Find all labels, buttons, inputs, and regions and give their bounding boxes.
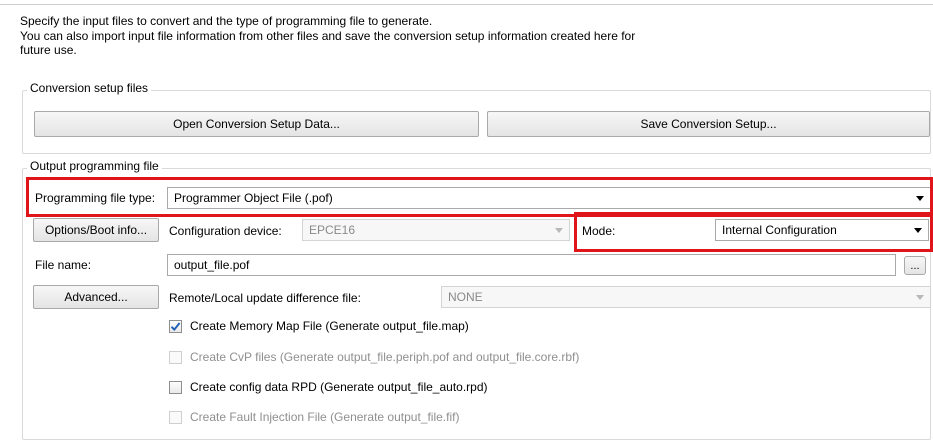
- intro-text: Specify the input files to convert and t…: [20, 14, 780, 58]
- output-file-title: Output programming file: [27, 159, 162, 173]
- intro-line-1: Specify the input files to convert and t…: [20, 14, 433, 28]
- create-cvp-files-checkbox: [169, 350, 182, 364]
- create-config-rpd-label: Create config data RPD (Generate output_…: [190, 380, 488, 394]
- remote-local-update-value: NONE: [448, 290, 483, 304]
- create-config-rpd-checkbox[interactable]: [169, 380, 182, 394]
- remote-local-update-label: Remote/Local update difference file:: [169, 291, 361, 305]
- checkbox-row: Create Fault Injection File (Generate ou…: [169, 410, 459, 424]
- file-name-label: File name:: [35, 258, 92, 272]
- checkbox-row: Create CvP files (Generate output_file.p…: [169, 350, 579, 364]
- create-fault-injection-label: Create Fault Injection File (Generate ou…: [190, 410, 460, 424]
- conversion-setup-title: Conversion setup files: [27, 81, 152, 95]
- create-memory-map-checkbox[interactable]: [169, 319, 182, 333]
- open-conversion-setup-button[interactable]: Open Conversion Setup Data...: [34, 111, 479, 137]
- highlight-file-type: [26, 177, 933, 217]
- configuration-device-value: EPCE16: [309, 223, 356, 237]
- checkbox-row[interactable]: Create config data RPD (Generate output_…: [169, 380, 488, 394]
- save-conversion-setup-button[interactable]: Save Conversion Setup...: [487, 111, 930, 137]
- file-name-value: output_file.pof: [174, 258, 250, 272]
- configuration-device-label: Configuration device:: [169, 224, 282, 238]
- checkbox-row[interactable]: Create Memory Map File (Generate output_…: [169, 319, 469, 333]
- create-fault-injection-checkbox: [169, 410, 182, 424]
- highlight-mode: [574, 212, 933, 252]
- chevron-down-icon: [916, 295, 924, 300]
- options-boot-info-button[interactable]: Options/Boot info...: [33, 218, 159, 242]
- check-mark-icon: [170, 321, 181, 331]
- configuration-device-select: EPCE16: [302, 219, 570, 241]
- remote-local-update-select: NONE: [441, 286, 931, 308]
- intro-line-2: You can also import input file informati…: [20, 28, 636, 43]
- create-memory-map-label: Create Memory Map File (Generate output_…: [190, 319, 469, 333]
- create-cvp-files-label: Create CvP files (Generate output_file.p…: [190, 350, 580, 364]
- top-divider: [0, 4, 933, 5]
- advanced-button[interactable]: Advanced...: [33, 285, 159, 309]
- intro-line-3: future use.: [20, 43, 77, 57]
- file-name-input[interactable]: output_file.pof: [167, 254, 896, 276]
- browse-button[interactable]: ...: [904, 256, 926, 275]
- chevron-down-icon: [555, 228, 563, 233]
